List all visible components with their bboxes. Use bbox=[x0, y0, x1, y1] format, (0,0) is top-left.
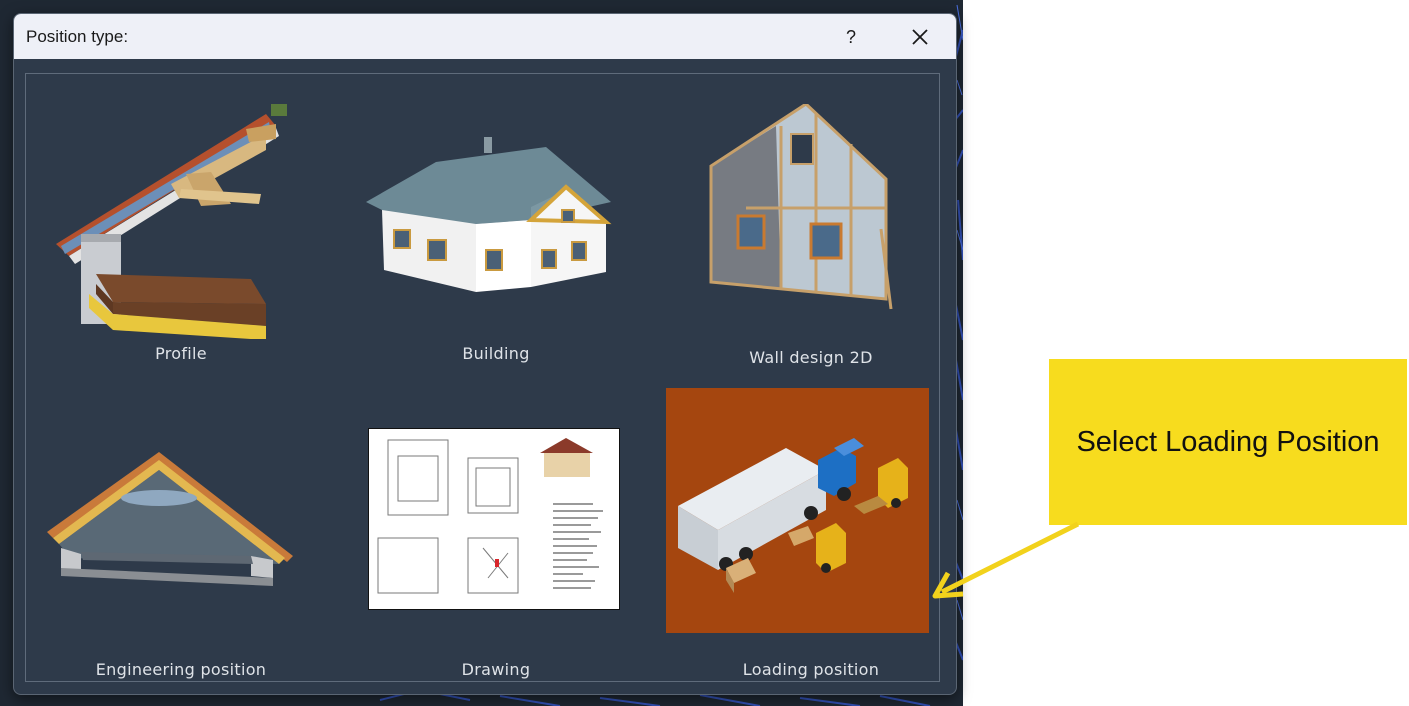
callout-arrow-icon bbox=[932, 521, 1080, 599]
